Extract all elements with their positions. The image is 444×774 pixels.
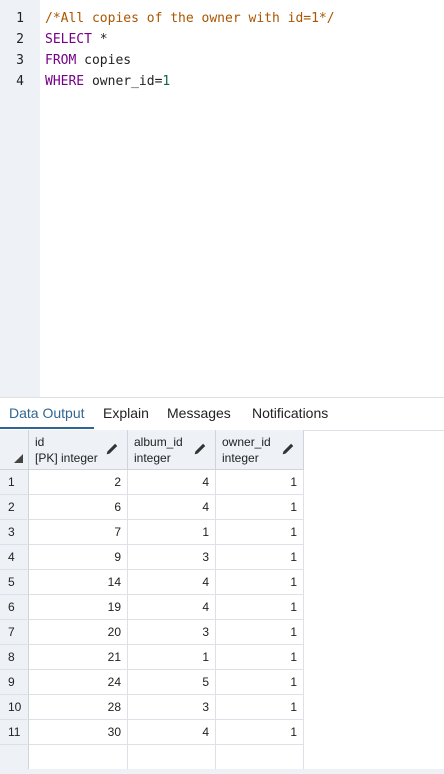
- line-number-gutter: 1 2 3 4: [0, 0, 40, 397]
- row-number[interactable]: 4: [0, 545, 29, 570]
- pencil-icon[interactable]: [281, 442, 295, 456]
- pencil-icon[interactable]: [105, 442, 119, 456]
- column-type: [PK] integer: [35, 451, 98, 465]
- table-cell[interactable]: 3: [128, 695, 216, 720]
- row-number[interactable]: 5: [0, 570, 29, 595]
- table-cell[interactable]: 4: [128, 495, 216, 520]
- sort-indicator-icon: [14, 454, 23, 463]
- tab-data-output[interactable]: Data Output: [0, 398, 94, 429]
- table-cell[interactable]: 1: [216, 670, 304, 695]
- column-header-owner-id[interactable]: owner_idinteger: [216, 430, 304, 470]
- row-number[interactable]: 9: [0, 670, 29, 695]
- table-cell[interactable]: 4: [128, 595, 216, 620]
- table-cell[interactable]: 9: [29, 545, 128, 570]
- row-number[interactable]: 3: [0, 520, 29, 545]
- code-line[interactable]: FROM copies: [45, 50, 131, 71]
- table-cell[interactable]: 14: [29, 570, 128, 595]
- line-number: 3: [16, 53, 24, 68]
- code-token-comment: /*All copies of the owner with id=1*/: [45, 11, 335, 26]
- row-number[interactable]: 6: [0, 595, 29, 620]
- table-cell[interactable]: 2: [29, 470, 128, 495]
- table-cell[interactable]: 5: [128, 670, 216, 695]
- tab-explain[interactable]: Explain: [94, 398, 158, 429]
- table-cell[interactable]: 4: [128, 570, 216, 595]
- row-number[interactable]: 2: [0, 495, 29, 520]
- table-cell[interactable]: 4: [128, 470, 216, 495]
- table-cell[interactable]: 24: [29, 670, 128, 695]
- table-cell[interactable]: 28: [29, 695, 128, 720]
- pencil-icon[interactable]: [193, 442, 207, 456]
- code-token-plain: owner_id=: [84, 74, 163, 89]
- tab-notifications[interactable]: Notifications: [243, 398, 337, 429]
- table-cell[interactable]: 1: [216, 570, 304, 595]
- table-cell[interactable]: 1: [216, 595, 304, 620]
- table-cell[interactable]: 7: [29, 520, 128, 545]
- column-type: integer: [134, 451, 171, 465]
- table-cell[interactable]: 19: [29, 595, 128, 620]
- column-name: album_id: [134, 435, 183, 449]
- table-cell[interactable]: 1: [216, 495, 304, 520]
- row-number[interactable]: 1: [0, 470, 29, 495]
- table-cell[interactable]: 1: [216, 620, 304, 645]
- table-cell[interactable]: 4: [128, 720, 216, 745]
- table-cell[interactable]: 3: [128, 545, 216, 570]
- code-token-keyword: SELECT: [45, 32, 92, 47]
- code-line[interactable]: SELECT *: [45, 29, 108, 50]
- table-cell[interactable]: 3: [128, 620, 216, 645]
- empty-cell: [128, 745, 216, 770]
- code-token-plain: copies: [76, 53, 132, 68]
- table-cell[interactable]: 1: [216, 720, 304, 745]
- code-token-plain: *: [91, 32, 108, 47]
- table-cell[interactable]: 20: [29, 620, 128, 645]
- column-type: integer: [222, 451, 259, 465]
- code-line[interactable]: /*All copies of the owner with id=1*/: [45, 8, 335, 29]
- column-name: id: [35, 435, 45, 449]
- table-cell[interactable]: 30: [29, 720, 128, 745]
- code-token-number: 1: [162, 74, 171, 89]
- line-number: 4: [16, 74, 24, 89]
- column-name: owner_id: [222, 435, 271, 449]
- table-cell[interactable]: 1: [128, 520, 216, 545]
- empty-cell: [216, 745, 304, 770]
- empty-cell: [29, 745, 128, 770]
- code-token-keyword: FROM: [45, 53, 77, 68]
- table-cell[interactable]: 1: [128, 645, 216, 670]
- grid-bottom-bar: [0, 769, 444, 774]
- table-cell[interactable]: 1: [216, 520, 304, 545]
- table-cell[interactable]: 1: [216, 470, 304, 495]
- row-number-empty: [0, 745, 29, 770]
- code-token-keyword: WHERE: [45, 74, 85, 89]
- line-number: 2: [16, 32, 24, 47]
- sql-editor[interactable]: 1 2 3 4 /*All copies of the owner with id=1…: [0, 0, 444, 397]
- row-number[interactable]: 7: [0, 620, 29, 645]
- table-cell[interactable]: 1: [216, 545, 304, 570]
- row-number[interactable]: 8: [0, 645, 29, 670]
- results-tabs: Data Output Explain Messages Notifications: [0, 397, 444, 431]
- tab-messages[interactable]: Messages: [158, 398, 240, 429]
- table-cell[interactable]: 1: [216, 645, 304, 670]
- table-cell[interactable]: 21: [29, 645, 128, 670]
- column-header-album-id[interactable]: album_idinteger: [128, 430, 216, 470]
- code-line[interactable]: WHERE owner_id=1: [45, 71, 170, 92]
- column-header-id[interactable]: id [PK] integer: [29, 430, 128, 470]
- row-header-corner[interactable]: [0, 430, 29, 470]
- row-number[interactable]: 10: [0, 695, 29, 720]
- table-cell[interactable]: 1: [216, 695, 304, 720]
- table-cell[interactable]: 6: [29, 495, 128, 520]
- line-number: 1: [16, 11, 24, 26]
- row-number[interactable]: 11: [0, 720, 29, 745]
